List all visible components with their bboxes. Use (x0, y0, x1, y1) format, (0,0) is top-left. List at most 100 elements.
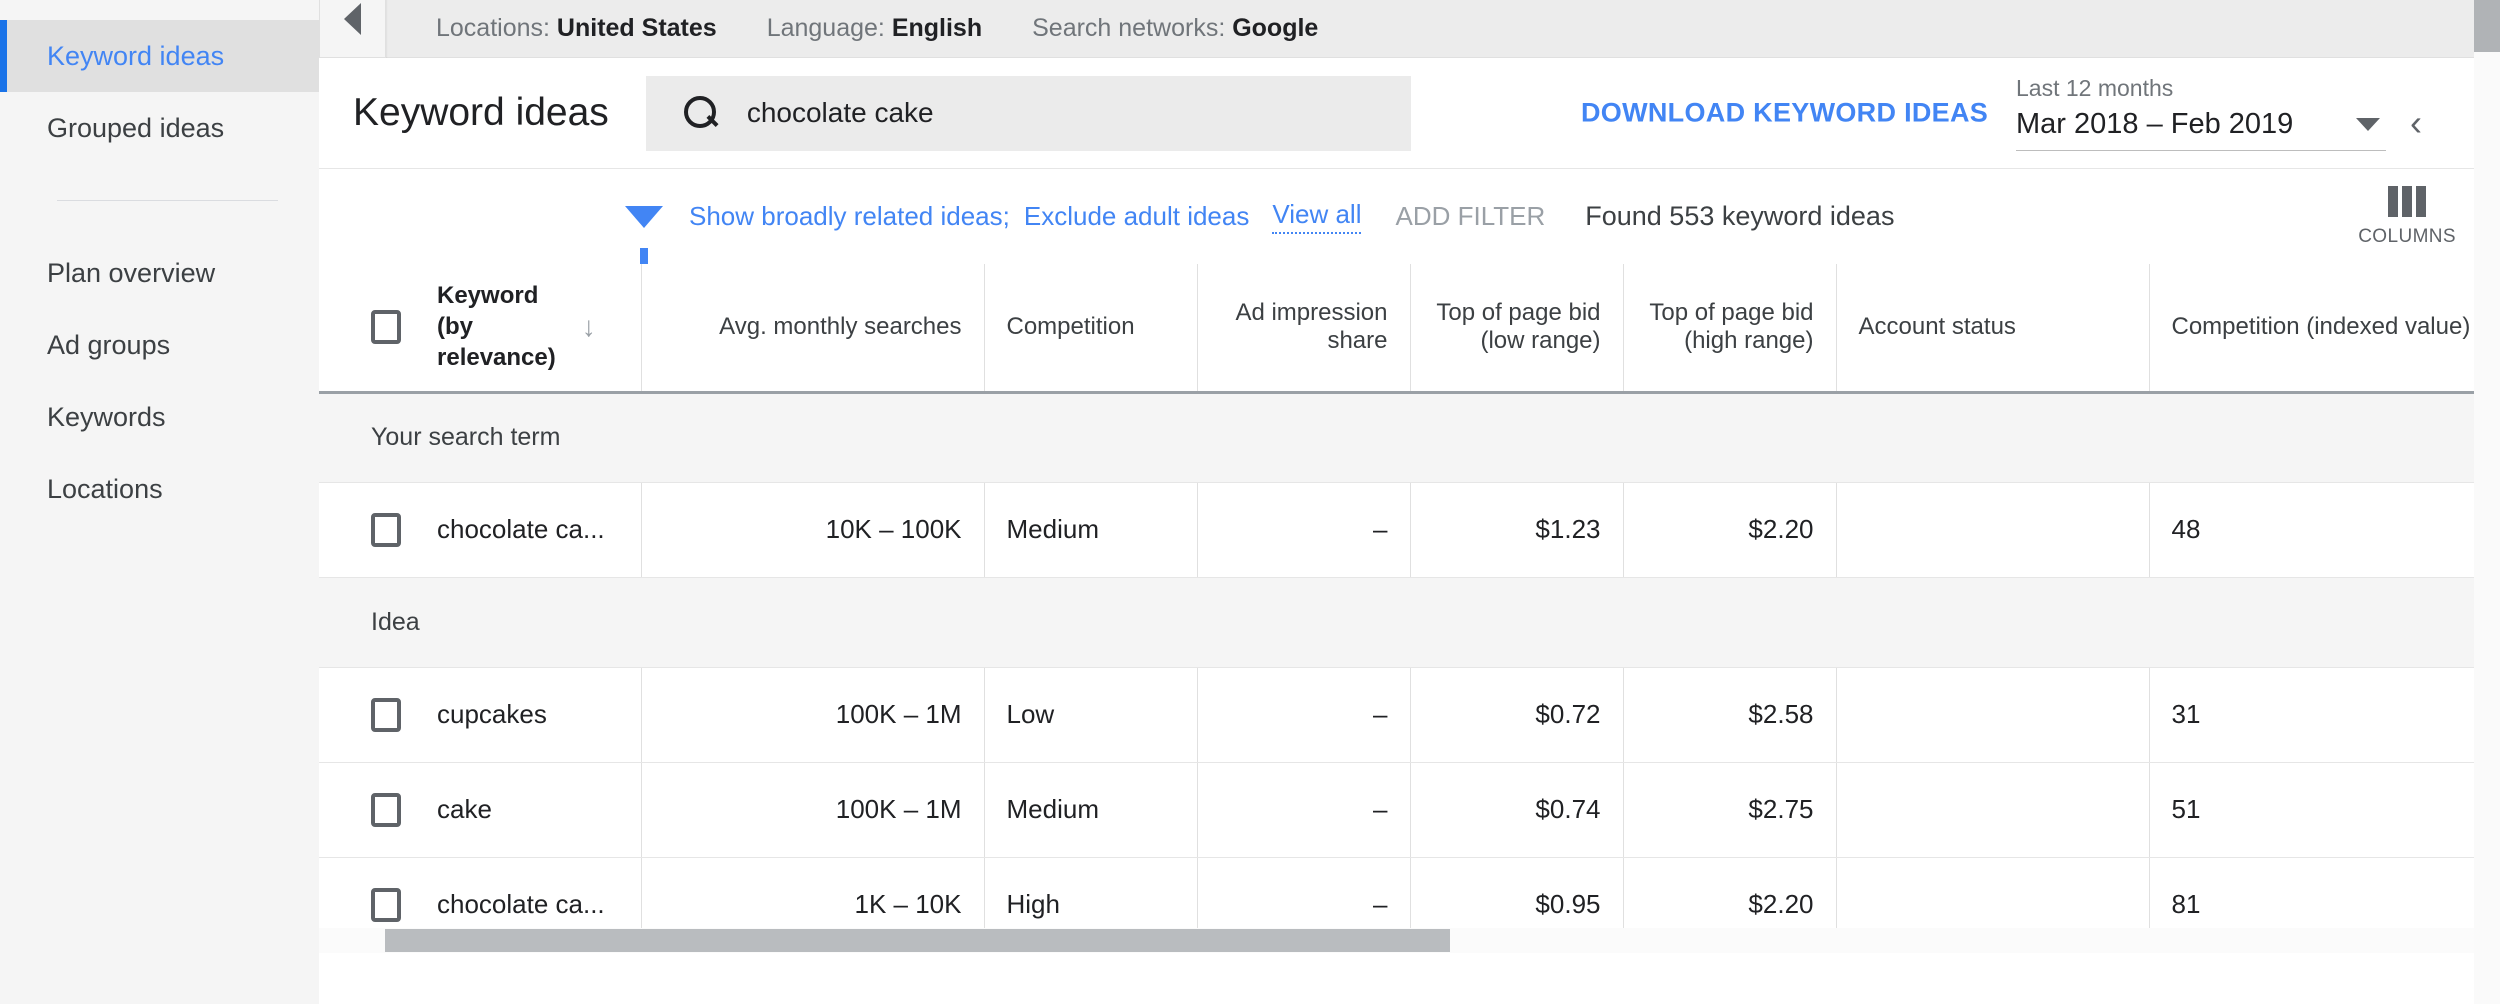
setting-language-label: Language: (766, 14, 885, 42)
column-header-account-status[interactable]: Account status (1836, 264, 2150, 394)
cell-competition: Low (984, 667, 1198, 763)
column-header-bid-high[interactable]: Top of page bid (high range) (1623, 264, 1837, 394)
search-input-value: chocolate cake (746, 97, 934, 128)
table-row[interactable]: chocolate ca... 10K – 100K Medium – $1.2… (319, 482, 2500, 578)
column-header-ad-impression-share[interactable]: Ad impression share (1197, 264, 1411, 394)
column-header-avg-monthly-searches[interactable]: Avg. monthly searches (641, 264, 985, 394)
row-checkbox[interactable] (371, 697, 401, 732)
keyword-text: chocolate ca... (437, 889, 605, 919)
columns-button[interactable]: COLUMNS (2358, 185, 2456, 248)
group-header-row: Idea (319, 577, 2500, 668)
chevron-left-icon[interactable]: ‹ (2410, 105, 2422, 141)
table-header-row: Keyword (by relevance) ↓ Avg. monthly se… (319, 264, 2500, 394)
search-input[interactable]: chocolate cake (645, 75, 1411, 151)
sidebar-item-plan-overview[interactable]: Plan overview (0, 237, 319, 309)
sidebar-item-keywords[interactable]: Keywords (0, 381, 319, 453)
vertical-scrollbar-thumb[interactable] (2474, 0, 2500, 52)
filter-funnel-icon[interactable] (625, 205, 663, 264)
row-checkbox[interactable] (371, 887, 401, 922)
table-head: Keyword (by relevance) ↓ Avg. monthly se… (319, 264, 2500, 394)
arrow-down-icon[interactable]: ↓ (582, 311, 596, 343)
table-row[interactable]: cake 100K – 1M Medium – $0.74 $2.75 51 (319, 762, 2500, 858)
cell-bid-high: $2.75 (1623, 762, 1837, 858)
cell-bid-low: $0.72 (1410, 667, 1624, 763)
cell-competition-indexed: 31 (2149, 667, 2500, 763)
column-header-keyword-line1: Keyword (437, 282, 539, 310)
setting-locations-label: Locations: (436, 14, 550, 42)
sidebar-item-keyword-ideas[interactable]: Keyword ideas (0, 20, 319, 92)
results-count-text: Found 553 keyword ideas (1585, 201, 1895, 231)
column-header-keyword-line2: (by (437, 312, 473, 340)
sidebar-item-label: Plan overview (47, 257, 216, 288)
caret-down-icon[interactable] (2356, 118, 2380, 131)
column-header-keyword-line3: relevance) (437, 343, 556, 371)
horizontal-scrollbar[interactable] (319, 927, 2500, 953)
group-title: Idea (319, 577, 2500, 668)
cell-avg-monthly-searches: 100K – 1M (641, 762, 985, 858)
add-filter-button[interactable]: ADD FILTER (1395, 201, 1545, 232)
sidebar-item-label: Locations (47, 473, 163, 504)
sidebar-item-locations[interactable]: Locations (0, 453, 319, 525)
columns-icon (2388, 185, 2427, 217)
filter-bar: Show broadly related ideas; Exclude adul… (319, 168, 2500, 264)
setting-networks-value: Google (1232, 14, 1319, 42)
columns-button-label: COLUMNS (2358, 225, 2456, 247)
keyword-text: cake (437, 794, 492, 824)
cell-keyword: cupcakes (319, 667, 642, 763)
cell-bid-low: $0.74 (1410, 762, 1624, 858)
cell-avg-monthly-searches: 100K – 1M (641, 667, 985, 763)
cell-keyword: cake (319, 762, 642, 858)
sidebar-item-label: Keyword ideas (47, 40, 225, 71)
filter-chip-broadly-related[interactable]: Show broadly related ideas; (689, 201, 1010, 232)
download-keyword-ideas-button[interactable]: DOWNLOAD KEYWORD IDEAS (1581, 98, 1988, 129)
sidebar-divider (57, 200, 278, 201)
sidebar: Keyword ideas Grouped ideas Plan overvie… (0, 0, 319, 1004)
group-header-row: Your search term (319, 392, 2500, 483)
cell-competition: Medium (984, 762, 1198, 858)
date-range-select[interactable]: Last 12 months Mar 2018 – Feb 2019 (2016, 75, 2386, 151)
sidebar-item-ad-groups[interactable]: Ad groups (0, 309, 319, 381)
sidebar-item-grouped-ideas[interactable]: Grouped ideas (0, 92, 319, 164)
filter-chip-exclude-adult[interactable]: Exclude adult ideas (1024, 201, 1249, 232)
cell-ad-impression-share: – (1197, 482, 1411, 578)
setting-networks-label: Search networks: (1032, 14, 1226, 42)
setting-language-value: English (891, 14, 983, 42)
cell-ad-impression-share: – (1197, 667, 1411, 763)
sidebar-item-label: Keywords (47, 401, 166, 432)
cell-bid-high: $2.20 (1623, 482, 1837, 578)
settings-bar: Locations: United States Language: Engli… (319, 0, 2500, 58)
table-body: Your search term chocolate ca... 10K – 1… (319, 392, 2500, 953)
sidebar-item-label: Grouped ideas (47, 112, 225, 143)
cell-competition-indexed: 51 (2149, 762, 2500, 858)
keyword-text: chocolate ca... (437, 514, 605, 544)
cell-avg-monthly-searches: 10K – 100K (641, 482, 985, 578)
setting-language[interactable]: Language: English (767, 14, 982, 43)
vertical-scrollbar[interactable] (2474, 0, 2500, 1004)
sidebar-collapse-button[interactable] (319, 0, 386, 58)
setting-locations[interactable]: Locations: United States (436, 14, 717, 43)
cell-ad-impression-share: – (1197, 762, 1411, 858)
horizontal-scrollbar-thumb[interactable] (385, 928, 1450, 952)
select-all-checkbox[interactable] (371, 310, 401, 345)
app-root: Keyword ideas Grouped ideas Plan overvie… (0, 0, 2500, 1004)
column-header-bid-low[interactable]: Top of page bid (low range) (1410, 264, 1624, 394)
group-title: Your search term (319, 392, 2500, 483)
cell-competition-indexed: 48 (2149, 482, 2500, 578)
date-range-picker: Last 12 months Mar 2018 – Feb 2019 ‹ (2016, 75, 2422, 151)
triangle-left-icon (344, 3, 361, 35)
cell-account-status (1836, 762, 2150, 858)
search-icon (683, 96, 718, 130)
column-header-competition-indexed[interactable]: Competition (indexed value) (2149, 264, 2500, 394)
setting-search-networks[interactable]: Search networks: Google (1032, 14, 1318, 43)
view-all-filters-link[interactable]: View all (1272, 199, 1362, 234)
row-checkbox[interactable] (371, 512, 401, 547)
table-row[interactable]: cupcakes 100K – 1M Low – $0.72 $2.58 31 (319, 667, 2500, 763)
setting-locations-value: United States (556, 14, 717, 42)
main-pane: Locations: United States Language: Engli… (319, 0, 2500, 1004)
cell-keyword: chocolate ca... (319, 482, 642, 578)
page-title: Keyword ideas (353, 91, 609, 134)
column-header-competition[interactable]: Competition (984, 264, 1198, 394)
row-checkbox[interactable] (371, 792, 401, 827)
column-header-keyword[interactable]: Keyword (by relevance) ↓ (319, 264, 642, 394)
date-range-preset: Last 12 months (2016, 75, 2174, 101)
